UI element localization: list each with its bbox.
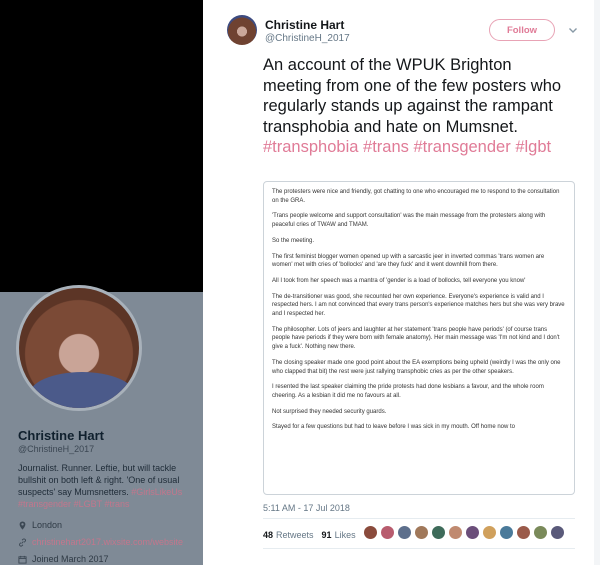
divider: [263, 518, 575, 519]
image-paragraph: I resented the last speaker claiming the…: [272, 384, 544, 399]
liker-avatar[interactable]: [380, 525, 395, 540]
profile-name: Christine Hart: [18, 428, 104, 443]
tweet-text: An account of the WPUK Brighton meeting …: [263, 55, 563, 158]
liker-avatar[interactable]: [448, 525, 463, 540]
retweets-label[interactable]: Retweets: [276, 530, 314, 540]
tweet-hashtag[interactable]: #lgbt: [515, 138, 551, 156]
image-paragraph: All I took from her speech was a mantra …: [272, 277, 526, 284]
profile-avatar[interactable]: [16, 285, 142, 411]
likes-count[interactable]: 91: [322, 530, 332, 540]
tweet-timestamp[interactable]: 5:11 AM - 17 Jul 2018: [263, 503, 350, 513]
author-avatar[interactable]: [227, 15, 257, 45]
profile-website[interactable]: christinehart2017.wixsite.com/website: [18, 537, 183, 547]
joined-text: Joined March 2017: [32, 554, 109, 564]
image-paragraph: The first feminist blogger women opened …: [272, 253, 545, 269]
profile-joined: Joined March 2017: [18, 554, 109, 564]
location-pin-icon: [19, 520, 26, 530]
profile-location: London: [18, 520, 62, 530]
tweet-body: An account of the WPUK Brighton meeting …: [263, 56, 562, 136]
liker-avatar[interactable]: [533, 525, 548, 540]
liker-avatar[interactable]: [499, 525, 514, 540]
tweet-header: Christine Hart @ChristineH_2017 Follow: [227, 12, 588, 52]
liker-avatar[interactable]: [516, 525, 531, 540]
liker-avatars: [363, 525, 565, 540]
image-paragraph: The closing speaker made one good point …: [272, 359, 561, 375]
liker-avatar[interactable]: [431, 525, 446, 540]
liker-avatar[interactable]: [397, 525, 412, 540]
image-paragraph: So the meeting.: [272, 237, 315, 244]
profile-handle: @ChristineH_2017: [18, 444, 95, 454]
image-paragraph: The protesters were nice and friendly, g…: [272, 189, 560, 204]
bio-hashtag[interactable]: #trans: [104, 499, 129, 509]
liker-avatar[interactable]: [482, 525, 497, 540]
link-icon: [19, 537, 26, 547]
tweet-modal: Christine Hart @ChristineH_2017 Follow A…: [203, 0, 600, 565]
image-paragraph: The de-transitioner was good, she recoun…: [272, 293, 565, 318]
profile-sidebar: Christine Hart @ChristineH_2017 Journali…: [0, 0, 203, 565]
author-name[interactable]: Christine Hart: [265, 18, 344, 32]
liker-avatar[interactable]: [363, 525, 378, 540]
image-paragraph: Not surprised they needed security guard…: [272, 408, 387, 415]
bio-hashtag[interactable]: #LGBT: [74, 499, 102, 509]
tweet-hashtag[interactable]: #trans: [363, 138, 409, 156]
follow-button[interactable]: Follow: [489, 19, 555, 41]
tweet-attached-image[interactable]: The protesters were nice and friendly, g…: [263, 181, 575, 495]
image-paragraph: 'Trans people welcome and support consul…: [272, 213, 546, 229]
profile-bio: Journalist. Runner. Leftie, but will tac…: [18, 462, 186, 510]
location-text: London: [32, 520, 63, 530]
liker-avatar[interactable]: [465, 525, 480, 540]
image-paragraph: The philosopher. Lots of jeers and laugh…: [272, 326, 560, 351]
tweet-hashtag[interactable]: #transgender: [413, 138, 510, 156]
website-link[interactable]: christinehart2017.wixsite.com/website: [32, 537, 183, 547]
calendar-icon: [18, 555, 27, 564]
retweets-count[interactable]: 48: [263, 530, 273, 540]
likes-label[interactable]: Likes: [335, 530, 356, 540]
divider: [263, 548, 575, 549]
liker-avatar[interactable]: [414, 525, 429, 540]
bio-hashtag[interactable]: #transgender: [18, 499, 71, 509]
redacted-area: [0, 0, 203, 292]
author-handle[interactable]: @ChristineH_2017: [265, 33, 350, 44]
bio-hashtag[interactable]: #GirlsLikeUs: [131, 487, 182, 497]
image-paragraph: Stayed for a few questions but had to le…: [272, 424, 516, 431]
liker-avatar[interactable]: [550, 525, 565, 540]
tweet-stats: 48 Retweets 91 Likes: [263, 530, 356, 540]
tweet-hashtag[interactable]: #transphobia: [263, 138, 358, 156]
chevron-down-icon[interactable]: [567, 24, 579, 36]
modal-scroll-edge: [594, 0, 600, 565]
